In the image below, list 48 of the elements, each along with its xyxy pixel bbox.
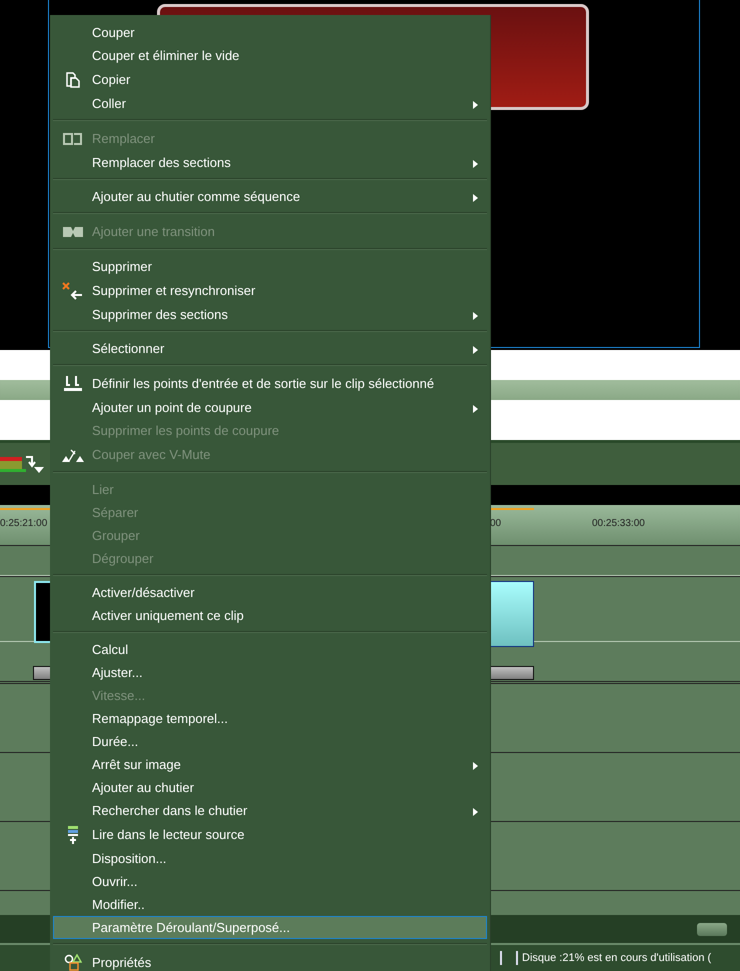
timecode-label: 0:25:21:00 xyxy=(0,518,48,529)
menu-item[interactable]: Ouvrir... xyxy=(53,870,487,893)
replace-icon xyxy=(63,132,83,146)
track-tool-icon[interactable] xyxy=(0,453,46,475)
menu-item[interactable]: Ajouter un point de coupure xyxy=(53,396,487,419)
v-mute-icon xyxy=(61,446,85,462)
menu-item[interactable]: Disposition... xyxy=(53,847,487,870)
menu-item[interactable]: Couper et éliminer le vide xyxy=(53,44,487,67)
timecode-label: 00:25:33:00 xyxy=(592,518,645,529)
in-out-points-icon xyxy=(63,374,83,392)
menu-item[interactable]: Supprimer des sections xyxy=(53,303,487,326)
submenu-arrow-icon xyxy=(473,160,478,168)
menu-item[interactable]: Activer/désactiver xyxy=(53,581,487,604)
menu-item[interactable]: Remplacer des sections xyxy=(53,151,487,174)
menu-item[interactable]: Modifier.. xyxy=(53,893,487,916)
submenu-arrow-icon xyxy=(473,346,478,354)
menu-item[interactable]: Couper xyxy=(53,21,487,44)
menu-item[interactable]: Arrêt sur image xyxy=(53,753,487,776)
submenu-arrow-icon xyxy=(473,762,478,770)
submenu-arrow-icon xyxy=(473,101,478,109)
transition-icon xyxy=(62,226,84,238)
menu-item[interactable]: Lire dans le lecteur source xyxy=(53,822,487,847)
copy-icon xyxy=(66,72,80,88)
menu-item[interactable]: Rechercher dans le chutier xyxy=(53,799,487,822)
submenu-arrow-icon xyxy=(473,808,478,816)
submenu-arrow-icon xyxy=(473,194,478,202)
menu-item[interactable]: Définir les points d'entrée et de sortie sur le clip sélectionné xyxy=(53,371,487,396)
menu-item[interactable]: Ajuster... xyxy=(53,661,487,684)
menu-item[interactable]: Paramètre Déroulant/Superposé... xyxy=(53,916,487,939)
menu-item[interactable]: Ajouter au chutier comme séquence xyxy=(53,185,487,208)
menu-item[interactable]: Copier xyxy=(53,67,487,92)
menu-item[interactable]: Propriétés xyxy=(53,950,487,971)
menu-item[interactable]: Durée... xyxy=(53,730,487,753)
menu-item[interactable]: Remappage temporel... xyxy=(53,707,487,730)
submenu-arrow-icon xyxy=(473,312,478,320)
source-monitor-icon xyxy=(67,824,79,844)
menu-item[interactable]: Sélectionner xyxy=(53,337,487,360)
scrollbar-thumb[interactable] xyxy=(697,923,727,936)
menu-item[interactable]: Supprimer et resynchroniser xyxy=(53,278,487,303)
menu-item[interactable]: Coller xyxy=(53,92,487,115)
menu-item[interactable]: Ajouter au chutier xyxy=(53,776,487,799)
submenu-arrow-icon xyxy=(473,405,478,413)
menu-item[interactable]: Calcul xyxy=(53,638,487,661)
shapes-icon xyxy=(64,954,82,971)
delete-arrow-icon xyxy=(62,282,84,300)
menu-item[interactable]: Supprimer xyxy=(53,255,487,278)
status-text: Disque :21% est en cours d'utilisation ( xyxy=(522,952,712,964)
menu-item[interactable]: Activer uniquement ce clip xyxy=(53,604,487,627)
